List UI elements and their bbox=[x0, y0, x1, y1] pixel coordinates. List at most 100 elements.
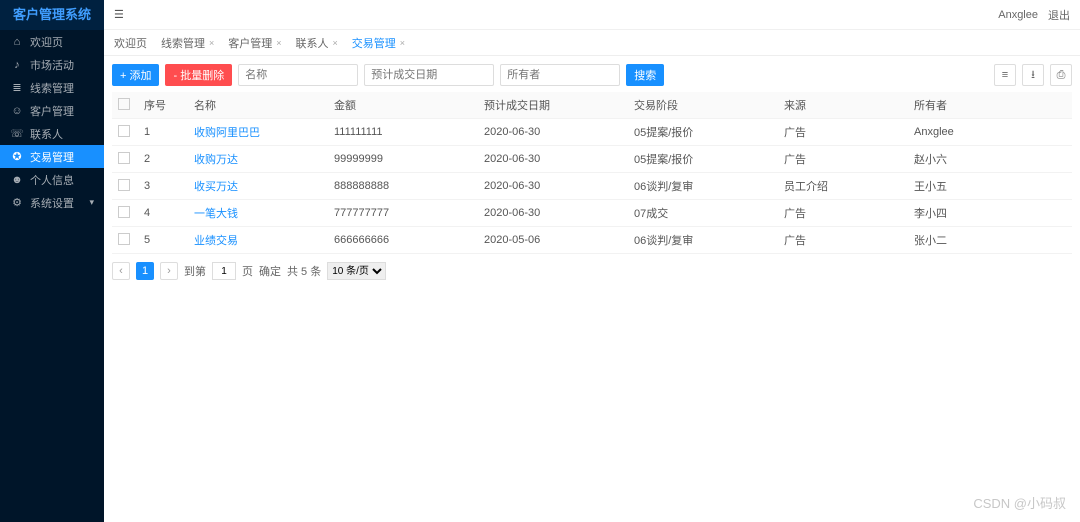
tab-2[interactable]: 客户管理 × bbox=[228, 35, 281, 51]
main: ☰ Anxglee 退出 欢迎页线索管理× 客户管理 × 联系人 × 交易管理 × + 添加… bbox=[104, 0, 1080, 522]
sidebar-item-7[interactable]: ⚙ 系统设置 ▾ bbox=[0, 191, 104, 214]
col-source: 来源 bbox=[778, 92, 908, 119]
hamburger-icon[interactable]: ☰ bbox=[114, 8, 130, 21]
tab-3[interactable]: 联系人 × bbox=[296, 35, 338, 51]
cell-owner: Anxglee bbox=[908, 119, 1072, 146]
prev-page-button[interactable]: ‹ bbox=[112, 262, 130, 280]
cell-amount: 777777777 bbox=[328, 200, 478, 227]
deal-icon: ✪ bbox=[10, 150, 24, 163]
cell-name-link[interactable]: 收买万达 bbox=[194, 181, 238, 193]
sidebar-item-5[interactable]: ✪ 交易管理 bbox=[0, 145, 104, 168]
cell-date: 2020-06-30 bbox=[478, 173, 628, 200]
sidebar-item-label: 线索管理 bbox=[30, 80, 74, 96]
tab-label: 欢迎页 bbox=[114, 35, 147, 51]
chevron-down-icon: ▾ bbox=[89, 197, 94, 208]
cell-owner: 王小五 bbox=[908, 173, 1072, 200]
cell-stage: 05提案/报价 bbox=[628, 119, 778, 146]
sidebar-item-3[interactable]: ☺客户管理 bbox=[0, 99, 104, 122]
topbar: ☰ Anxglee 退出 bbox=[104, 0, 1080, 30]
cell-idx: 1 bbox=[138, 119, 188, 146]
print-icon[interactable]: ⎙ bbox=[1050, 64, 1072, 86]
sidebar-item-label: 交易管理 bbox=[30, 149, 74, 165]
tab-0[interactable]: 欢迎页 bbox=[114, 35, 147, 51]
cell-stage: 06谈判/复审 bbox=[628, 227, 778, 254]
tab-label: 联系人 bbox=[296, 35, 329, 51]
cell-date: 2020-05-06 bbox=[478, 227, 628, 254]
cell-date: 2020-06-30 bbox=[478, 119, 628, 146]
toolbar: + 添加 - 批量删除 搜索 ≡ ⭳ ⎙ bbox=[112, 64, 1072, 86]
tab-4[interactable]: 交易管理 × bbox=[352, 35, 405, 51]
tab-label: 客户管理 bbox=[228, 35, 272, 51]
add-button[interactable]: + 添加 bbox=[112, 64, 159, 86]
cell-stage: 05提案/报价 bbox=[628, 146, 778, 173]
close-icon[interactable]: × bbox=[276, 38, 281, 48]
table-row: 1收购阿里巴巴1111111112020-06-3005提案/报价广告Anxgl… bbox=[112, 119, 1072, 146]
goto-label: 到第 bbox=[184, 263, 206, 279]
page-size-select[interactable]: 10 条/页 bbox=[327, 262, 386, 280]
profile-icon: ☻ bbox=[10, 174, 24, 186]
row-checkbox[interactable] bbox=[118, 125, 130, 137]
row-checkbox[interactable] bbox=[118, 179, 130, 191]
filter-date-input[interactable] bbox=[364, 64, 494, 86]
cell-owner: 张小二 bbox=[908, 227, 1072, 254]
export-icon[interactable]: ⭳ bbox=[1022, 64, 1044, 86]
list-icon: ≣ bbox=[10, 81, 24, 94]
cell-name-link[interactable]: 收购阿里巴巴 bbox=[194, 127, 260, 139]
cell-amount: 99999999 bbox=[328, 146, 478, 173]
tabs: 欢迎页线索管理× 客户管理 × 联系人 × 交易管理 × bbox=[104, 30, 1080, 56]
col-amount: 金额 bbox=[328, 92, 478, 119]
cell-amount: 666666666 bbox=[328, 227, 478, 254]
select-all-checkbox[interactable] bbox=[118, 98, 130, 110]
next-page-button[interactable]: › bbox=[160, 262, 178, 280]
sidebar-item-label: 个人信息 bbox=[30, 172, 74, 188]
close-icon[interactable]: × bbox=[333, 38, 338, 48]
cell-stage: 07成交 bbox=[628, 200, 778, 227]
close-icon[interactable]: × bbox=[209, 38, 214, 48]
cell-name-link[interactable]: 收购万达 bbox=[194, 154, 238, 166]
sidebar-item-label: 系统设置 bbox=[30, 195, 74, 211]
cell-stage: 06谈判/复审 bbox=[628, 173, 778, 200]
close-icon[interactable]: × bbox=[400, 38, 405, 48]
sidebar-item-1[interactable]: ♪市场活动 bbox=[0, 53, 104, 76]
row-checkbox[interactable] bbox=[118, 233, 130, 245]
logout-link[interactable]: 退出 bbox=[1048, 7, 1070, 23]
filter-owner-input[interactable] bbox=[500, 64, 620, 86]
tab-1[interactable]: 线索管理× bbox=[161, 35, 214, 51]
goto-confirm[interactable]: 确定 bbox=[259, 263, 281, 279]
nav-menu: ⌂欢迎页♪市场活动 ≣ 线索管理 ☺客户管理 ☏ 联系人 ✪ 交易管理 ☻ 个人信息 ⚙ 系统设置 ▾ bbox=[0, 30, 104, 522]
tab-label: 交易管理 bbox=[352, 35, 396, 51]
col-date: 预计成交日期 bbox=[478, 92, 628, 119]
sidebar-item-4[interactable]: ☏ 联系人 bbox=[0, 122, 104, 145]
cell-source: 广告 bbox=[778, 227, 908, 254]
cell-source: 员工介绍 bbox=[778, 173, 908, 200]
col-name: 名称 bbox=[188, 92, 328, 119]
row-checkbox[interactable] bbox=[118, 206, 130, 218]
search-button[interactable]: 搜索 bbox=[626, 64, 664, 86]
sidebar-item-label: 联系人 bbox=[30, 126, 63, 142]
col-stage: 交易阶段 bbox=[628, 92, 778, 119]
col-owner: 所有者 bbox=[908, 92, 1072, 119]
sidebar-item-0[interactable]: ⌂欢迎页 bbox=[0, 30, 104, 53]
cell-source: 广告 bbox=[778, 119, 908, 146]
page-1-button[interactable]: 1 bbox=[136, 262, 154, 280]
cell-date: 2020-06-30 bbox=[478, 200, 628, 227]
row-checkbox[interactable] bbox=[118, 152, 130, 164]
cell-idx: 3 bbox=[138, 173, 188, 200]
batch-delete-button[interactable]: - 批量删除 bbox=[165, 64, 232, 86]
sidebar-item-label: 市场活动 bbox=[30, 57, 74, 73]
cell-date: 2020-06-30 bbox=[478, 146, 628, 173]
data-table: 序号 名称 金额 预计成交日期 交易阶段 来源 所有者 1收购阿里巴巴11111… bbox=[112, 92, 1072, 254]
brand-title: 客户管理系统 bbox=[0, 0, 104, 30]
goto-page-input[interactable] bbox=[212, 262, 236, 280]
settings-icon: ⚙ bbox=[10, 196, 24, 209]
cell-name-link[interactable]: 一笔大钱 bbox=[194, 208, 238, 220]
filter-name-input[interactable] bbox=[238, 64, 358, 86]
current-user[interactable]: Anxglee bbox=[998, 9, 1038, 21]
column-settings-icon[interactable]: ≡ bbox=[994, 64, 1016, 86]
cell-name-link[interactable]: 业绩交易 bbox=[194, 235, 238, 247]
cell-owner: 李小四 bbox=[908, 200, 1072, 227]
contacts-icon: ☏ bbox=[10, 127, 24, 140]
sidebar-item-2[interactable]: ≣ 线索管理 bbox=[0, 76, 104, 99]
sidebar-item-6[interactable]: ☻ 个人信息 bbox=[0, 168, 104, 191]
total-count: 共 5 条 bbox=[287, 263, 321, 279]
